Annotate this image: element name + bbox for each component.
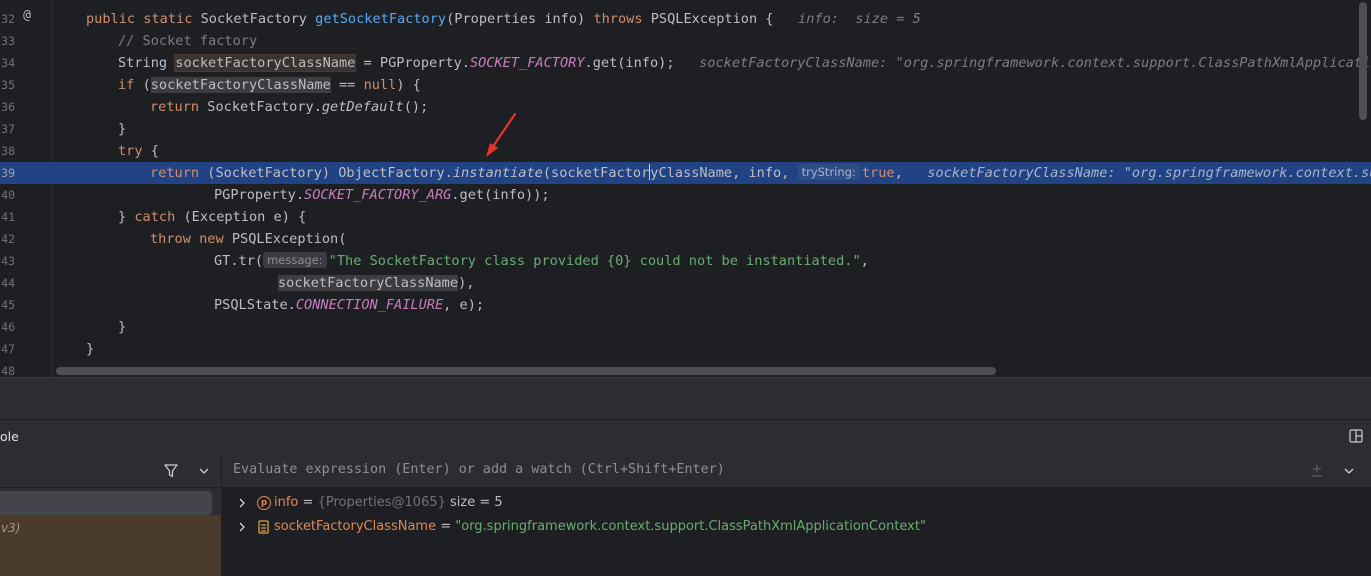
code-line-40[interactable]: PGProperty.SOCKET_FACTORY_ARG.get(info))…: [214, 184, 550, 206]
field-icon: [258, 520, 269, 534]
code-line-45[interactable]: PSQLState.CONNECTION_FAILURE, e);: [214, 294, 484, 316]
editor-panel-separator: [0, 377, 1371, 420]
evaluate-expression-bar: [222, 455, 1371, 488]
panel-title: ole: [0, 429, 19, 444]
parameter-icon: p: [257, 496, 271, 510]
add-watch-icon[interactable]: [1309, 463, 1325, 479]
debug-panel-header: ole: [0, 419, 1371, 456]
frame-label: v3): [1, 521, 21, 535]
variable-usage-highlight: socketFactoryClassName: [278, 275, 459, 291]
code-line-42[interactable]: throw new PSQLException(: [150, 228, 346, 250]
variables-pane: p info = {Properties@1065} size = 5 sock…: [222, 455, 1371, 576]
code-line-34[interactable]: String socketFactoryClassName = PGProper…: [118, 52, 1371, 74]
frames-pane: v3): [0, 455, 222, 576]
code-line-35[interactable]: if (socketFactoryClassName == null) {: [118, 74, 421, 96]
filter-icon[interactable]: [163, 463, 179, 479]
inline-debug-value: info: size = 5: [773, 11, 921, 27]
parameter-name-hint: message:: [263, 252, 327, 268]
expand-chevron-icon[interactable]: [237, 497, 247, 509]
line-number: 41: [1, 210, 15, 224]
variable-usage-highlight: socketFactoryClassName: [174, 54, 357, 72]
code-line-43[interactable]: GT.tr(message: "The SocketFactory class p…: [214, 250, 869, 272]
horizontal-scrollbar[interactable]: [56, 367, 996, 375]
line-number: 47: [1, 342, 15, 356]
inline-debug-value: socketFactoryClassName: "org.springframe…: [699, 55, 1371, 71]
code-line-33[interactable]: // Socket factory: [118, 30, 257, 52]
line-number: 35: [1, 78, 15, 92]
variable-name: socketFactoryClassName = "org.springfram…: [274, 519, 926, 534]
parameter-name-hint: tryString:: [797, 164, 860, 180]
layout-settings-icon[interactable]: [1349, 429, 1363, 443]
code-line-44[interactable]: socketFactoryClassName),: [278, 272, 474, 294]
library-frame[interactable]: v3): [0, 515, 221, 576]
chevron-down-icon[interactable]: [198, 465, 210, 477]
variable-row-socketFactoryClassName[interactable]: socketFactoryClassName = "org.springfram…: [222, 515, 1371, 539]
override-method-icon[interactable]: @: [20, 9, 34, 23]
line-number: 36: [1, 100, 15, 114]
line-number: 43: [1, 254, 15, 268]
chevron-down-icon[interactable]: [1343, 465, 1355, 477]
inline-debug-value: socketFactoryClassName: "org.springframe…: [927, 165, 1371, 181]
selected-frame[interactable]: [0, 491, 212, 515]
line-number: 34: [1, 56, 15, 70]
line-number: 45: [1, 298, 15, 312]
variable-row-info[interactable]: p info = {Properties@1065} size = 5: [222, 491, 1371, 515]
red-annotation-arrow-icon: [486, 112, 517, 157]
variable-name: info = {Properties@1065} size = 5: [274, 495, 503, 510]
code-line-46[interactable]: }: [118, 316, 126, 338]
line-number: 48: [1, 364, 15, 377]
vertical-scrollbar[interactable]: [1359, 2, 1367, 120]
code-line-41[interactable]: } catch (Exception e) {: [118, 206, 306, 228]
evaluate-expression-input[interactable]: [233, 462, 1283, 477]
code-line-32[interactable]: public static SocketFactory getSocketFac…: [86, 8, 921, 30]
code-line-36[interactable]: return SocketFactory.getDefault();: [150, 96, 428, 118]
code-line-38[interactable]: try {: [118, 140, 159, 162]
line-number: 44: [1, 276, 15, 290]
code-line-47[interactable]: }: [86, 338, 94, 360]
line-number: 37: [1, 122, 15, 136]
line-number: 33: [1, 34, 15, 48]
code-editor[interactable]: 32 @ 33 34 35 36 37 38 39 40 41 42 43 44…: [0, 0, 1371, 377]
code-line-39[interactable]: return (SocketFactory) ObjectFactory.ins…: [150, 162, 1371, 184]
frames-toolbar: [0, 455, 221, 488]
line-number: 32: [1, 12, 15, 26]
code-line-37[interactable]: }: [118, 118, 126, 140]
line-number: 46: [1, 320, 15, 334]
expand-chevron-icon[interactable]: [237, 521, 247, 533]
line-number-active: 39: [1, 166, 15, 180]
line-number: 38: [1, 144, 15, 158]
line-number: 40: [1, 188, 15, 202]
line-number-gutter[interactable]: 32 @ 33 34 35 36 37 38 39 40 41 42 43 44…: [0, 0, 53, 377]
variable-usage-highlight: socketFactoryClassName: [150, 77, 331, 93]
line-number: 42: [1, 232, 15, 246]
